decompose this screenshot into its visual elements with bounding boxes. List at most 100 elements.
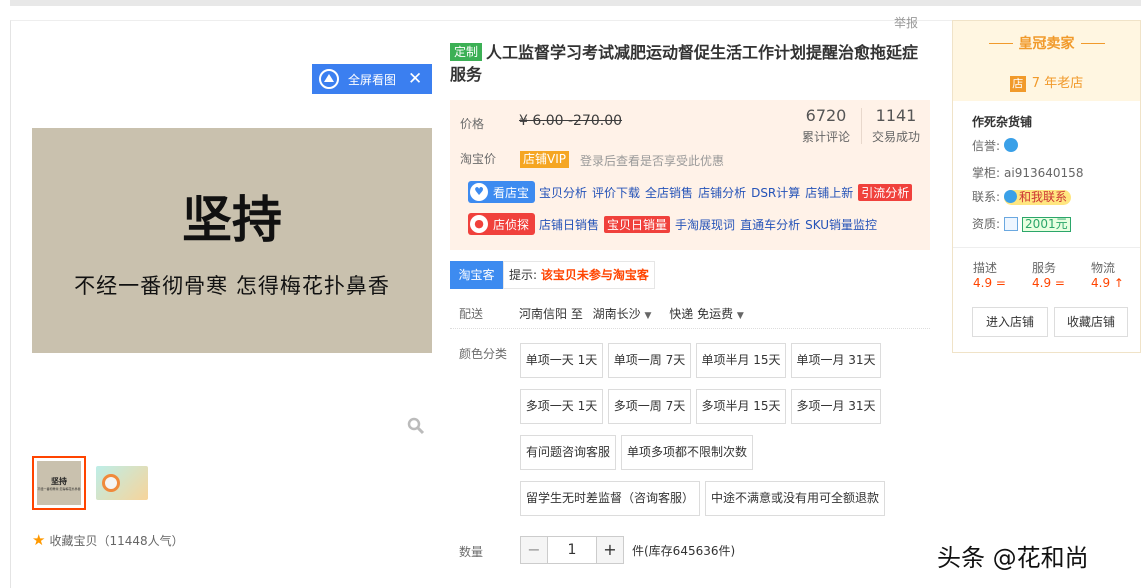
owner-name: ai913640158 — [1004, 166, 1083, 180]
crown-seller: 皇冠卖家 — [953, 33, 1140, 53]
favorite-label: 收藏宝贝（11448人气） — [49, 532, 183, 549]
sku-option[interactable]: 单项半月 15天 — [696, 343, 786, 378]
plugin-row-kandianbao: ♥ 看店宝 宝贝分析 评价下载 全店销售 店铺分析 DSR计算 店铺上新 引流分… — [468, 181, 917, 203]
price-panel: 价格 ¥ 6.00 -270.00 6720 累计评论 1141 交易成功 淘宝… — [450, 100, 930, 250]
star-icon: ★ — [32, 531, 45, 549]
stock-text: 件(库存645636件) — [632, 542, 735, 559]
sku-label: 颜色分类 — [459, 345, 507, 362]
custom-tag: 定制 — [450, 43, 482, 61]
report-link[interactable]: 举报 — [894, 14, 918, 31]
plugin-link[interactable]: 店铺分析 — [698, 184, 746, 201]
contact-button[interactable]: 和我联系 — [1004, 190, 1071, 205]
vip-login-hint[interactable]: 登录后查看是否享受此优惠 — [580, 152, 724, 169]
contact-label: 联系: — [972, 190, 1000, 204]
sku-option[interactable]: 单项一天 1天 — [520, 343, 603, 378]
caret-down-icon: ▼ — [737, 311, 744, 321]
id-verified-icon[interactable] — [1004, 217, 1018, 231]
credit-row: 信誉: — [972, 137, 1018, 154]
taobaoke-tip-text: 该宝贝未参与淘宝客 — [541, 268, 649, 282]
crown-seller-label: 皇冠卖家 — [1019, 36, 1075, 52]
enter-shop-button[interactable]: 进入店铺 — [972, 307, 1048, 337]
quantity-minus-button[interactable]: − — [520, 536, 548, 564]
plugin-link[interactable]: 评价下载 — [592, 184, 640, 201]
plugin-link-highlight[interactable]: 引流分析 — [858, 184, 912, 201]
quantity-label: 数量 — [459, 543, 483, 560]
qualification-row: 资质: 2001元 — [972, 215, 1071, 232]
taobaoke-tip-prefix: 提示: — [509, 268, 537, 282]
sku-option[interactable]: 多项一周 7天 — [608, 389, 691, 424]
detective-icon: ● — [470, 215, 488, 233]
taobaoke-tip: 提示: 该宝贝未参与淘宝客 — [503, 261, 655, 289]
plugin-link[interactable]: DSR计算 — [751, 184, 800, 201]
kandianbao-label: 看店宝 — [493, 184, 529, 201]
sku-option[interactable]: 中途不满意或没有用可全额退款 — [705, 481, 885, 516]
thumbnail-1[interactable]: 坚持 不经一番彻骨寒 怎得梅花扑鼻香 — [32, 456, 86, 510]
kandianbao-tag[interactable]: ♥ 看店宝 — [468, 181, 535, 203]
shipping-from: 河南信阳 至 — [519, 307, 583, 321]
taobaoke-button[interactable]: 淘宝客 — [450, 261, 503, 289]
caret-down-icon: ▼ — [645, 311, 652, 321]
fullscreen-label: 全屏看图 — [348, 71, 396, 88]
reviews-label[interactable]: 累计评论 — [800, 128, 852, 145]
quantity-plus-button[interactable]: + — [596, 536, 624, 564]
stats-divider — [861, 108, 862, 144]
plugin-link[interactable]: 宝贝分析 — [539, 184, 587, 201]
shop-name[interactable]: 作死杂货铺 — [972, 113, 1032, 130]
plugin-link[interactable]: SKU销量监控 — [805, 216, 877, 233]
close-icon[interactable]: ✕ — [408, 71, 422, 88]
heart-icon: ♥ — [470, 183, 488, 201]
plugin-row-dianzhentan: ● 店侦探 店铺日销售 宝贝日销量 手淘展现词 直通车分析 SKU销量监控 — [468, 213, 882, 235]
shop-years: 店7 年老店 — [953, 72, 1140, 92]
divider — [953, 247, 1140, 248]
contact-text: 和我联系 — [1019, 190, 1067, 204]
sku-option[interactable]: 多项一天 1天 — [520, 389, 603, 424]
sku-option[interactable]: 留学生无时差监督（咨询客服） — [520, 481, 700, 516]
sku-option[interactable]: 多项半月 15天 — [696, 389, 786, 424]
owner-row: 掌柜:ai913640158 — [972, 164, 1083, 181]
thumb-text-big: 坚持 — [51, 476, 67, 487]
shipping-method: 快递 免运费 — [669, 307, 733, 321]
clock-icon — [102, 474, 120, 492]
fullscreen-icon — [318, 68, 340, 90]
price-label: 价格 — [460, 115, 484, 132]
main-product-image[interactable]: 坚持 不经一番彻骨寒 怎得梅花扑鼻香 — [32, 128, 432, 353]
favorite-shop-button[interactable]: 收藏店铺 — [1054, 307, 1128, 337]
shipping-info: 河南信阳 至 湖南长沙 ▼ 快递 免运费 ▼ — [519, 305, 744, 322]
sku-option[interactable]: 单项一周 7天 — [608, 343, 691, 378]
image-text-small: 不经一番彻骨寒 怎得梅花扑鼻香 — [32, 270, 432, 300]
qualification-label: 资质: — [972, 217, 1000, 231]
shipping-label: 配送 — [459, 305, 483, 322]
reviews-count[interactable]: 6720 — [800, 106, 852, 125]
sku-option[interactable]: 单项多项都不限制次数 — [621, 435, 753, 470]
top-strip — [10, 0, 1141, 6]
sku-option[interactable]: 多项一月 31天 — [791, 389, 881, 424]
divider — [450, 328, 930, 329]
sku-option[interactable]: 单项一月 31天 — [791, 343, 881, 378]
quantity-input[interactable]: 1 — [548, 536, 596, 564]
shipping-destination-select[interactable]: 湖南长沙 ▼ — [593, 307, 652, 321]
deposit-badge[interactable]: 2001元 — [1022, 217, 1071, 232]
plugin-link[interactable]: 全店销售 — [645, 184, 693, 201]
wangwang-icon — [1004, 190, 1017, 203]
fullscreen-button[interactable]: 全屏看图 ✕ — [312, 64, 432, 94]
dianzhentan-tag[interactable]: ● 店侦探 — [468, 213, 535, 235]
plugin-link[interactable]: 直通车分析 — [740, 216, 800, 233]
rating-value: 4.9 ↑ — [1091, 276, 1124, 290]
zoom-icon[interactable] — [407, 417, 425, 439]
sku-option[interactable]: 有问题咨询客服 — [520, 435, 616, 470]
favorite-item[interactable]: ★ 收藏宝贝（11448人气） — [32, 531, 184, 549]
credit-level-icon[interactable] — [1004, 138, 1018, 152]
deals-count: 1141 — [870, 106, 922, 125]
plugin-link[interactable]: 店铺日销售 — [539, 216, 599, 233]
watermark: 头条 @花和尚 — [937, 538, 1089, 573]
plugin-link[interactable]: 店铺上新 — [805, 184, 853, 201]
contact-row: 联系: 和我联系 — [972, 188, 1071, 205]
rating-value: 4.9 = — [1032, 276, 1065, 290]
plugin-link-highlight[interactable]: 宝贝日销量 — [604, 216, 670, 233]
quantity-stepper: − 1 + — [520, 536, 624, 564]
plugin-link[interactable]: 手淘展现词 — [675, 216, 735, 233]
thumbnail-2[interactable] — [96, 466, 148, 500]
shipping-method-select[interactable]: 快递 免运费 ▼ — [669, 307, 744, 321]
rating-name: 物流 — [1091, 259, 1115, 276]
rating-name: 描述 — [973, 259, 997, 276]
